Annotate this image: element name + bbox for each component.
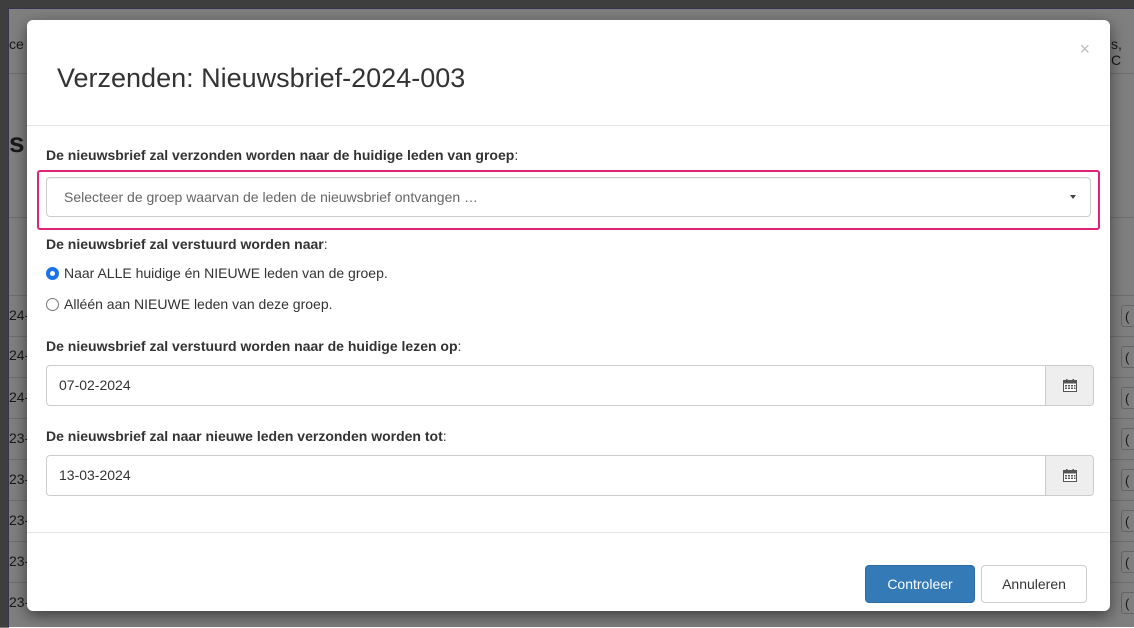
current-date-picker-button[interactable] — [1045, 365, 1094, 406]
until-date-field-label-text: De nieuwsbrief zal naar nieuwe leden ver… — [46, 428, 443, 444]
until-date-picker-button[interactable] — [1045, 455, 1094, 496]
cancel-button[interactable]: Annuleren — [981, 565, 1087, 603]
radio-all-members[interactable] — [46, 267, 59, 280]
group-field-label-text: De nieuwsbrief zal verzonden worden naar… — [46, 147, 515, 163]
label-colon: : — [457, 338, 462, 354]
current-date-input[interactable]: 07-02-2024 — [46, 365, 1045, 406]
radio-new-members-label[interactable]: Alléén aan NIEUWE leden van deze groep. — [64, 296, 333, 312]
label-colon: : — [442, 428, 447, 444]
group-select-highlight: Selecteer de groep waarvan de leden de n… — [37, 170, 1100, 230]
controleer-button[interactable]: Controleer — [865, 565, 975, 603]
current-date-group: 07-02-2024 — [46, 365, 1094, 406]
modal-header: Verzenden: Nieuwsbrief-2024-003 × — [27, 20, 1110, 126]
recipients-field-label: De nieuwsbrief zal verstuurd worden naar… — [46, 236, 328, 252]
group-field-label: De nieuwsbrief zal verzonden worden naar… — [46, 147, 518, 163]
until-date-field-label: De nieuwsbrief zal naar nieuwe leden ver… — [46, 428, 447, 444]
recipients-field-label-text: De nieuwsbrief zal verstuurd worden naar — [46, 236, 324, 252]
modal-title: Verzenden: Nieuwsbrief-2024-003 — [57, 63, 466, 93]
radio-all-members-label[interactable]: Naar ALLE huidige én NIEUWE leden van de… — [64, 265, 388, 281]
send-newsletter-modal: Verzenden: Nieuwsbrief-2024-003 × De nie… — [27, 20, 1110, 611]
modal-footer: Controleer Annuleren — [27, 532, 1110, 611]
current-date-field-label: De nieuwsbrief zal verstuurd worden naar… — [46, 338, 461, 354]
until-date-input[interactable]: 13-03-2024 — [46, 455, 1045, 496]
close-icon[interactable]: × — [1079, 40, 1090, 58]
group-select-placeholder: Selecteer de groep waarvan de leden de n… — [64, 189, 479, 205]
until-date-group: 13-03-2024 — [46, 455, 1094, 496]
current-date-field-label-text: De nieuwsbrief zal verstuurd worden naar… — [46, 338, 458, 354]
group-select[interactable]: Selecteer de groep waarvan de leden de n… — [46, 177, 1091, 217]
calendar-icon — [1063, 379, 1077, 392]
calendar-icon — [1063, 469, 1077, 482]
label-colon: : — [514, 147, 519, 163]
radio-new-members[interactable] — [46, 298, 59, 311]
label-colon: : — [323, 236, 328, 252]
chevron-down-icon — [1070, 195, 1076, 199]
